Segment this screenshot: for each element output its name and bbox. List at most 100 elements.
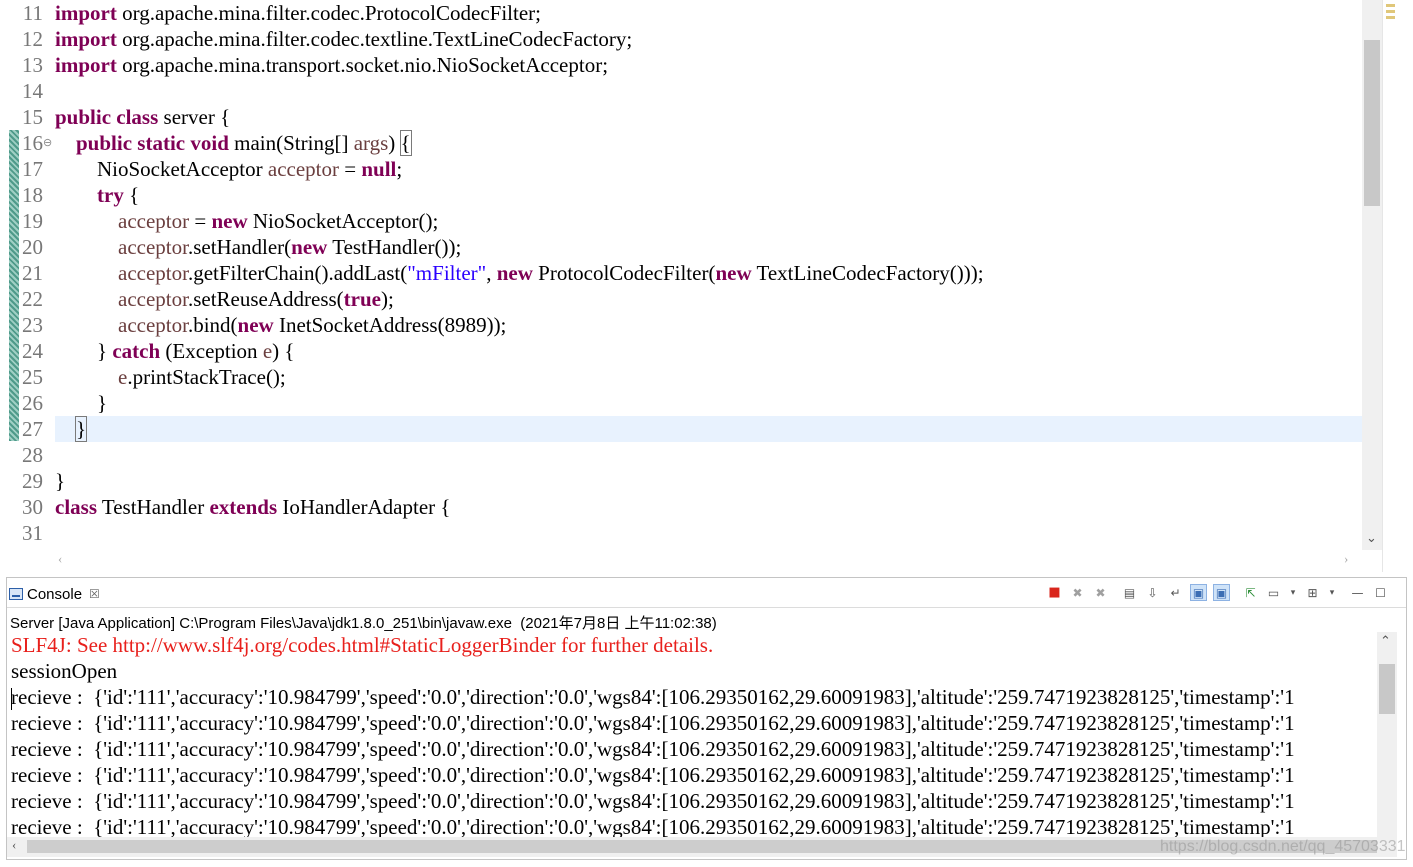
editor-line[interactable]: 17 NioSocketAcceptor acceptor = null; — [0, 156, 1362, 182]
code-text: TextLineCodecFactory())); — [751, 261, 984, 285]
editor-line[interactable]: 13 import org.apache.mina.transport.socke… — [0, 52, 1362, 78]
code-line[interactable]: acceptor.setHandler(new TestHandler()); — [55, 234, 461, 260]
keyword: import — [55, 27, 117, 51]
code-line[interactable]: import org.apache.mina.filter.codec.text… — [55, 26, 632, 52]
code-line[interactable]: } — [55, 416, 88, 442]
scroll-lock-icon[interactable]: ⇩ — [1144, 584, 1161, 601]
console-vertical-scroll-thumb[interactable] — [1379, 664, 1395, 714]
code-line[interactable]: acceptor.getFilterChain().addLast("mFilt… — [55, 260, 984, 286]
editor-line[interactable]: 11 import org.apache.mina.filter.codec.Pr… — [0, 0, 1362, 26]
line-number: 22 — [22, 287, 43, 311]
show-on-stdout-icon[interactable]: ▣ — [1190, 584, 1207, 601]
scroll-left-arrow-icon[interactable]: ‹ — [58, 551, 62, 567]
clear-console-icon[interactable]: ▤ — [1121, 584, 1138, 601]
line-number: 18 — [22, 183, 43, 207]
code-line[interactable]: } catch (Exception e) { — [55, 338, 294, 364]
line-number: 16 — [22, 131, 43, 155]
editor-line[interactable]: 12 import org.apache.mina.filter.codec.te… — [0, 26, 1362, 52]
editor-line[interactable]: 20 acceptor.setHandler(new TestHandler()… — [0, 234, 1362, 260]
code-line[interactable]: public class server { — [55, 104, 230, 130]
editor-line[interactable]: 30 class TestHandler extends IoHandlerAda… — [0, 494, 1362, 520]
editor-line[interactable]: 29} — [0, 468, 1362, 494]
close-tab-icon[interactable]: ☒ — [89, 587, 100, 601]
code-text: .bind( — [187, 313, 238, 337]
remove-launch-icon[interactable]: ✖ — [1069, 584, 1086, 601]
code-editor[interactable]: 11 import org.apache.mina.filter.codec.Pr… — [0, 0, 1382, 572]
code-line[interactable]: import org.apache.mina.filter.codec.Prot… — [55, 0, 541, 26]
line-number: 21 — [22, 261, 43, 285]
open-console-icon[interactable]: ⊞ — [1304, 584, 1321, 601]
display-console-menu-icon[interactable]: ▾ — [1288, 584, 1298, 601]
variable: acceptor — [267, 157, 339, 181]
code-line[interactable]: e.printStackTrace(); — [55, 364, 286, 390]
code-text: ProtocolCodecFilter( — [532, 261, 716, 285]
editor-vertical-scroll-thumb[interactable] — [1364, 40, 1380, 206]
open-console-menu-icon[interactable]: ▾ — [1327, 584, 1337, 601]
editor-line[interactable]: 26 } — [0, 390, 1362, 416]
code-text: .setHandler( — [187, 235, 292, 259]
remove-all-terminated-icon[interactable]: ✖ — [1092, 584, 1109, 601]
code-line[interactable]: acceptor.bind(new InetSocketAddress(8989… — [55, 312, 506, 338]
code-text: IoHandlerAdapter { — [277, 495, 451, 519]
editor-line[interactable]: 31 — [0, 520, 1362, 546]
console-icon — [9, 588, 23, 600]
editor-line[interactable]: 22 acceptor.setReuseAddress(true); — [0, 286, 1362, 312]
word-wrap-icon[interactable]: ↵ — [1167, 584, 1184, 601]
scroll-down-arrow-icon[interactable]: ⌄ — [1366, 530, 1377, 546]
editor-line[interactable]: 14 — [0, 78, 1362, 104]
code-line[interactable]: } — [55, 468, 65, 494]
variable: acceptor — [118, 313, 188, 337]
code-text: , — [486, 261, 497, 285]
maximize-icon[interactable]: ☐ — [1372, 584, 1389, 601]
editor-line[interactable]: 15 public class server { — [0, 104, 1362, 130]
code-line[interactable]: acceptor.setReuseAddress(true); — [55, 286, 394, 312]
console-view: Console ☒ ■ ✖ ✖ ▤ ⇩ ↵ ▣ ▣ ⇱ ▭ ▾ ⊞ ▾ — ☐ Server [Java A… — [6, 577, 1407, 860]
code-line[interactable]: class TestHandler extends IoHandlerAdapt… — [55, 494, 450, 520]
console-vertical-scrollbar[interactable] — [1377, 632, 1397, 838]
editor-line[interactable]: 23 acceptor.bind(new InetSocketAddress(8… — [0, 312, 1362, 338]
editor-line[interactable]: 21 acceptor.getFilterChain().addLast("mF… — [0, 260, 1362, 286]
overview-ruler[interactable] — [1382, 0, 1413, 572]
editor-line[interactable]: 16 ⊖ public static void main(String[] arg… — [0, 130, 1362, 156]
code-line[interactable]: public static void main(String[] args) { — [55, 130, 412, 156]
collapse-fold-icon[interactable]: ⊖ — [43, 130, 52, 156]
console-tab-bar: Console ☒ ■ ✖ ✖ ▤ ⇩ ↵ ▣ ▣ ⇱ ▭ ▾ ⊞ ▾ — ☐ — [7, 578, 1406, 608]
keyword: public — [55, 105, 112, 129]
editor-line[interactable]: 24 } catch (Exception e) { — [0, 338, 1362, 364]
variable: acceptor — [118, 235, 188, 259]
code-line[interactable]: NioSocketAcceptor acceptor = null; — [55, 156, 402, 182]
watermark: https://blog.csdn.net/qq_45703331 — [1160, 838, 1406, 855]
editor-horizontal-scrollbar[interactable] — [55, 550, 1362, 570]
pin-console-icon[interactable]: ⇱ — [1242, 584, 1259, 601]
keyword: extends — [209, 495, 278, 519]
code-line[interactable]: try { — [55, 182, 139, 208]
keyword: new — [715, 261, 752, 285]
keyword: class — [55, 495, 97, 519]
scroll-left-arrow-icon[interactable]: ‹ — [12, 837, 16, 853]
editor-line[interactable]: 28 — [0, 442, 1362, 468]
tab-console[interactable]: Console ☒ — [9, 582, 100, 606]
code-line[interactable]: } — [55, 390, 107, 416]
overview-marker[interactable] — [1386, 4, 1395, 7]
terminate-icon[interactable]: ■ — [1046, 584, 1063, 601]
code-line[interactable]: acceptor = new NioSocketAcceptor(); — [55, 208, 438, 234]
scroll-up-arrow-icon[interactable]: ⌃ — [1380, 633, 1391, 649]
stdout-line: recieve : {'id':'111','accuracy':'10.984… — [11, 789, 1295, 813]
editor-line[interactable]: 27 } — [22, 416, 1362, 442]
keyword: import — [55, 1, 117, 25]
editor-line[interactable]: 25 e.printStackTrace(); — [0, 364, 1362, 390]
scroll-right-arrow-icon[interactable]: › — [1344, 551, 1348, 567]
editor-line[interactable]: 19 acceptor = new NioSocketAcceptor(); — [0, 208, 1362, 234]
code-line[interactable]: import org.apache.mina.transport.socket.… — [55, 52, 608, 78]
editor-line[interactable]: 18 try { — [0, 182, 1362, 208]
show-on-stderr-icon[interactable]: ▣ — [1213, 584, 1230, 601]
minimize-icon[interactable]: — — [1349, 584, 1366, 601]
overview-marker[interactable] — [1386, 16, 1395, 19]
keyword: void — [190, 131, 229, 155]
display-console-icon[interactable]: ▭ — [1265, 584, 1282, 601]
keyword: new — [291, 235, 328, 259]
console-output[interactable]: SLF4J: See http://www.slf4j.org/codes.ht… — [7, 632, 1377, 837]
overview-marker[interactable] — [1386, 10, 1395, 13]
